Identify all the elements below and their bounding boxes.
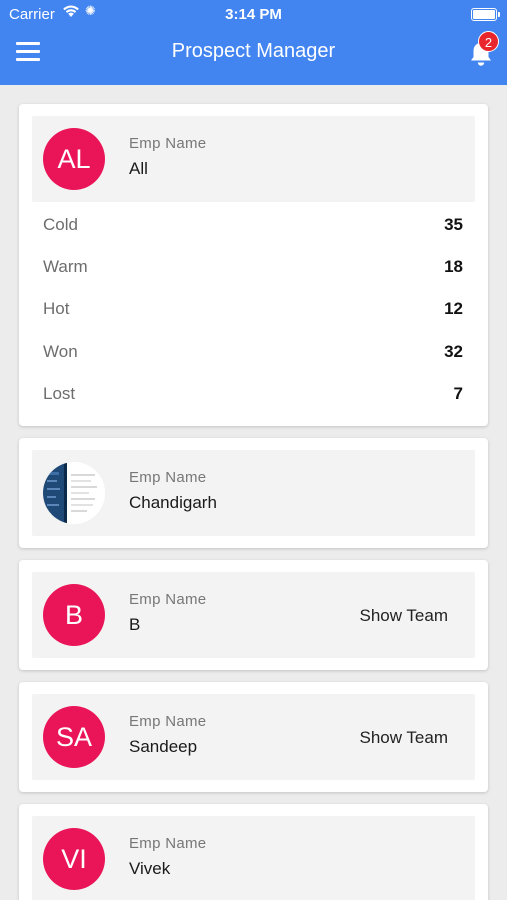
app-header: Carrier ✺ 3:14 PM Prospect Manager 2 (0, 0, 507, 85)
employee-header: VI Emp Name Vivek (32, 816, 475, 900)
emp-name-label: Emp Name (129, 591, 207, 608)
summary-card[interactable]: AL Emp Name All Cold 35 Warm 18 Hot 12 W… (19, 104, 488, 426)
emp-name-label: Emp Name (129, 135, 207, 152)
emp-name-value: Sandeep (129, 737, 198, 756)
employee-card-sandeep[interactable]: SA Emp Name Sandeep Show Team (19, 682, 488, 792)
avatar: VI (43, 828, 105, 890)
avatar: SA (43, 706, 105, 768)
emp-name-value: Vivek (129, 859, 171, 878)
stat-label: Lost (43, 384, 76, 403)
emp-name-label: Emp Name (129, 469, 207, 486)
stat-label: Warm (43, 257, 88, 276)
employee-card-b[interactable]: B Emp Name B Show Team (19, 560, 488, 670)
stat-row-warm: Warm 18 (43, 257, 463, 283)
show-team-button[interactable]: Show Team (359, 728, 448, 748)
stat-value: 12 (444, 299, 463, 318)
employee-card-chandigarh[interactable]: Emp Name Chandigarh (19, 438, 488, 548)
emp-name-label: Emp Name (129, 835, 207, 852)
stat-value: 35 (444, 215, 463, 234)
emp-name-value: B (129, 615, 141, 634)
stat-label: Won (43, 342, 78, 361)
employee-header: B Emp Name B Show Team (32, 572, 475, 658)
stat-row-lost: Lost 7 (43, 384, 463, 410)
stat-value: 7 (453, 384, 463, 403)
employee-header: SA Emp Name Sandeep Show Team (32, 694, 475, 780)
stat-row-cold: Cold 35 (43, 215, 463, 241)
stat-value: 32 (444, 342, 463, 361)
status-bar: Carrier ✺ 3:14 PM (0, 0, 507, 28)
employee-header: AL Emp Name All (32, 116, 475, 202)
employee-card-vivek[interactable]: VI Emp Name Vivek (19, 804, 488, 900)
notification-badge: 2 (478, 31, 499, 52)
avatar-photo (43, 462, 105, 524)
avatar: AL (43, 128, 105, 190)
show-team-button[interactable]: Show Team (359, 606, 448, 626)
employee-header: Emp Name Chandigarh (32, 450, 475, 536)
stat-label: Hot (43, 299, 70, 318)
stat-row-hot: Hot 12 (43, 299, 463, 325)
page-title: Prospect Manager (171, 40, 336, 62)
stat-row-won: Won 32 (43, 342, 463, 368)
stat-label: Cold (43, 215, 78, 234)
emp-name-value: Chandigarh (129, 493, 217, 512)
avatar: B (43, 584, 105, 646)
clock: 3:14 PM (225, 6, 282, 23)
emp-name-value: All (129, 159, 148, 178)
battery-icon (471, 8, 500, 21)
emp-name-label: Emp Name (129, 713, 207, 730)
stat-value: 18 (444, 257, 463, 276)
